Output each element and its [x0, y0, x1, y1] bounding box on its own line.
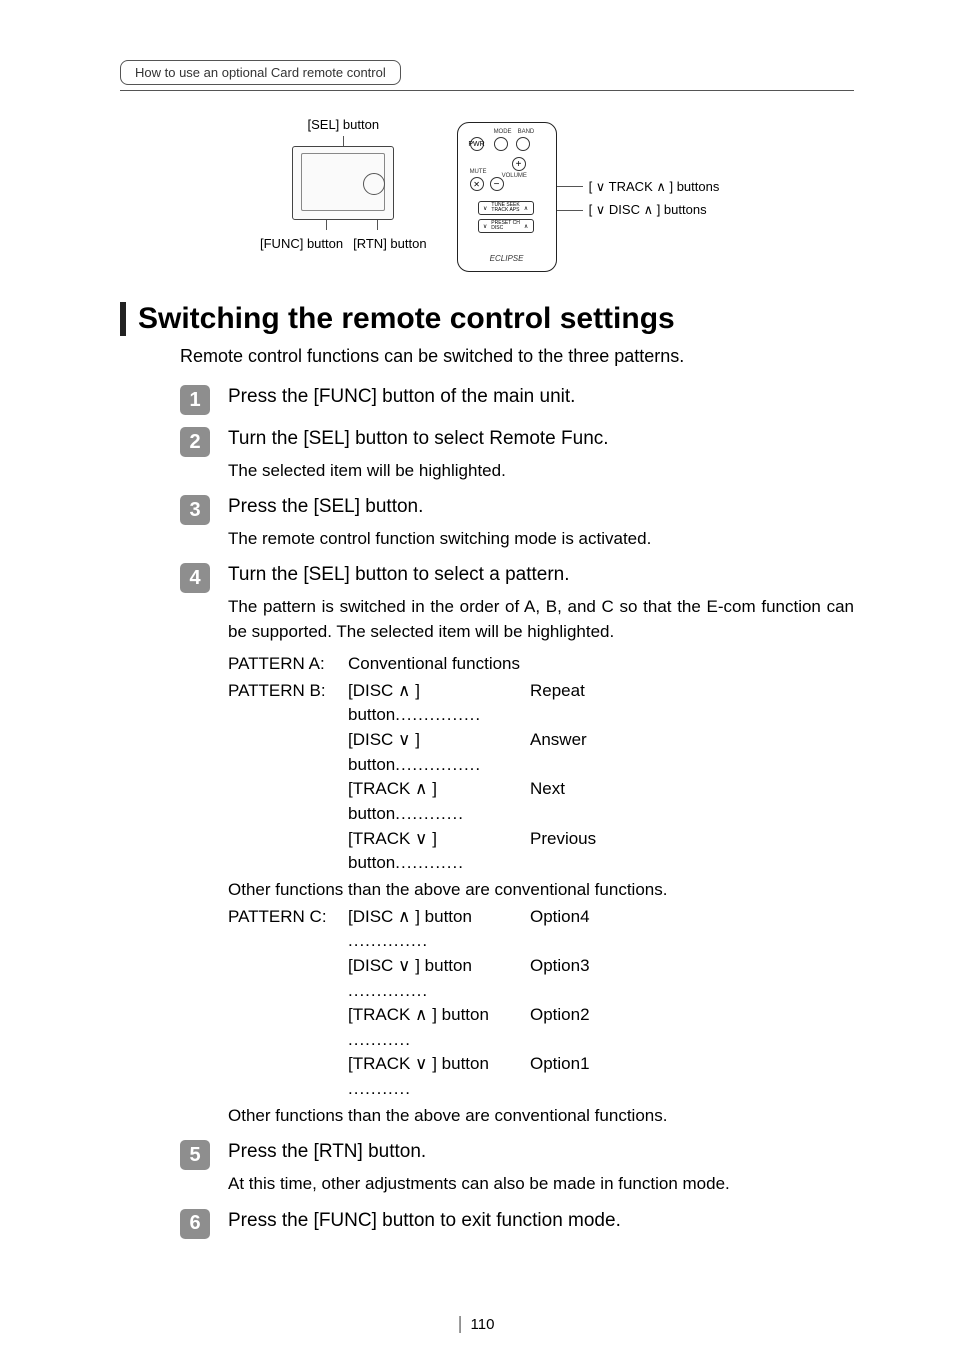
track-buttons-callout: [ ∨ TRACK ∧ ] buttons [589, 175, 720, 198]
pattern-b-label: PATTERN B: [228, 679, 348, 728]
step-1-head: Press the [FUNC] button of the main unit… [228, 383, 575, 411]
step-5-sub: At this time, other adjustments can also… [228, 1172, 730, 1197]
pattern-b-act-2: Next [530, 777, 565, 826]
remote-logo: ECLIPSE [458, 254, 556, 263]
pattern-b-act-3: Previous [530, 827, 596, 876]
pattern-c-btn-3: [TRACK ∨ ] button [348, 1054, 489, 1073]
step-2: 2 Turn the [SEL] button to select Remote… [180, 425, 854, 483]
step-1: 1 Press the [FUNC] button of the main un… [180, 383, 854, 415]
pattern-b: PATTERN B: [DISC ∧ ] button.............… [228, 679, 854, 876]
step-number-badge: 5 [180, 1140, 210, 1170]
pattern-c-label: PATTERN C: [228, 905, 348, 954]
pattern-c-btn-1: [DISC ∨ ] button [348, 956, 472, 975]
pattern-c-btn-2: [TRACK ∧ ] button [348, 1005, 489, 1024]
func-button-label: [FUNC] button [260, 236, 343, 251]
intro-text: Remote control functions can be switched… [180, 346, 854, 367]
step-3: 3 Press the [SEL] button. The remote con… [180, 493, 854, 551]
pattern-b-other: Other functions than the above are conve… [228, 878, 854, 903]
pattern-c-btn-0: [DISC ∧ ] button [348, 907, 472, 926]
main-unit-drawing [292, 146, 394, 220]
divider [120, 90, 854, 91]
step-6: 6 Press the [FUNC] button to exit functi… [180, 1207, 854, 1239]
breadcrumb: How to use an optional Card remote contr… [120, 60, 401, 85]
step-number-badge: 6 [180, 1209, 210, 1239]
rtn-button-label: [RTN] button [353, 236, 426, 251]
pattern-b-act-0: Repeat [530, 679, 585, 728]
remote-drawing: MODE BAND PWR + MUTE ✕ VOLUME − ∨TUNE SE… [457, 122, 557, 272]
pattern-c-act-1: Option3 [530, 954, 590, 1003]
step-number-badge: 4 [180, 563, 210, 593]
step-2-sub: The selected item will be highlighted. [228, 459, 609, 484]
step-4: 4 Turn the [SEL] button to select a patt… [180, 561, 854, 1128]
pattern-c: PATTERN C: [DISC ∧ ] button ............… [228, 905, 854, 1102]
callout-line [377, 220, 378, 230]
pattern-a-label: PATTERN A: [228, 652, 348, 677]
step-3-head: Press the [SEL] button. [228, 493, 651, 521]
pattern-a: PATTERN A: Conventional functions [228, 652, 854, 677]
step-number-badge: 3 [180, 495, 210, 525]
pattern-b-act-1: Answer [530, 728, 587, 777]
breadcrumb-text: How to use an optional Card remote contr… [135, 65, 386, 80]
page-number: 110 [460, 1316, 495, 1333]
knob-icon [363, 173, 385, 195]
step-number-badge: 2 [180, 427, 210, 457]
pattern-c-act-3: Option1 [530, 1052, 590, 1101]
main-unit-figure: [SEL] button [FUNC] button [RTN] button [260, 117, 427, 251]
sel-button-label: [SEL] button [308, 117, 380, 132]
pattern-c-other: Other functions than the above are conve… [228, 1104, 854, 1129]
pattern-c-act-2: Option2 [530, 1003, 590, 1052]
pattern-a-desc: Conventional functions [348, 652, 520, 677]
callout-line [326, 220, 327, 230]
step-4-head: Turn the [SEL] button to select a patter… [228, 561, 854, 589]
figure-block: [SEL] button [FUNC] button [RTN] button … [260, 117, 854, 272]
step-5-head: Press the [RTN] button. [228, 1138, 730, 1166]
step-2-head: Turn the [SEL] button to select Remote F… [228, 425, 609, 453]
step-4-sub: The pattern is switched in the order of … [228, 595, 854, 644]
callout-line [343, 136, 344, 146]
disc-buttons-callout: [ ∨ DISC ∧ ] buttons [589, 198, 707, 221]
pattern-c-act-0: Option4 [530, 905, 590, 954]
step-6-head: Press the [FUNC] button to exit function… [228, 1207, 621, 1235]
section-title: Switching the remote control settings [120, 302, 854, 336]
step-5: 5 Press the [RTN] button. At this time, … [180, 1138, 854, 1196]
step-number-badge: 1 [180, 385, 210, 415]
step-3-sub: The remote control function switching mo… [228, 527, 651, 552]
